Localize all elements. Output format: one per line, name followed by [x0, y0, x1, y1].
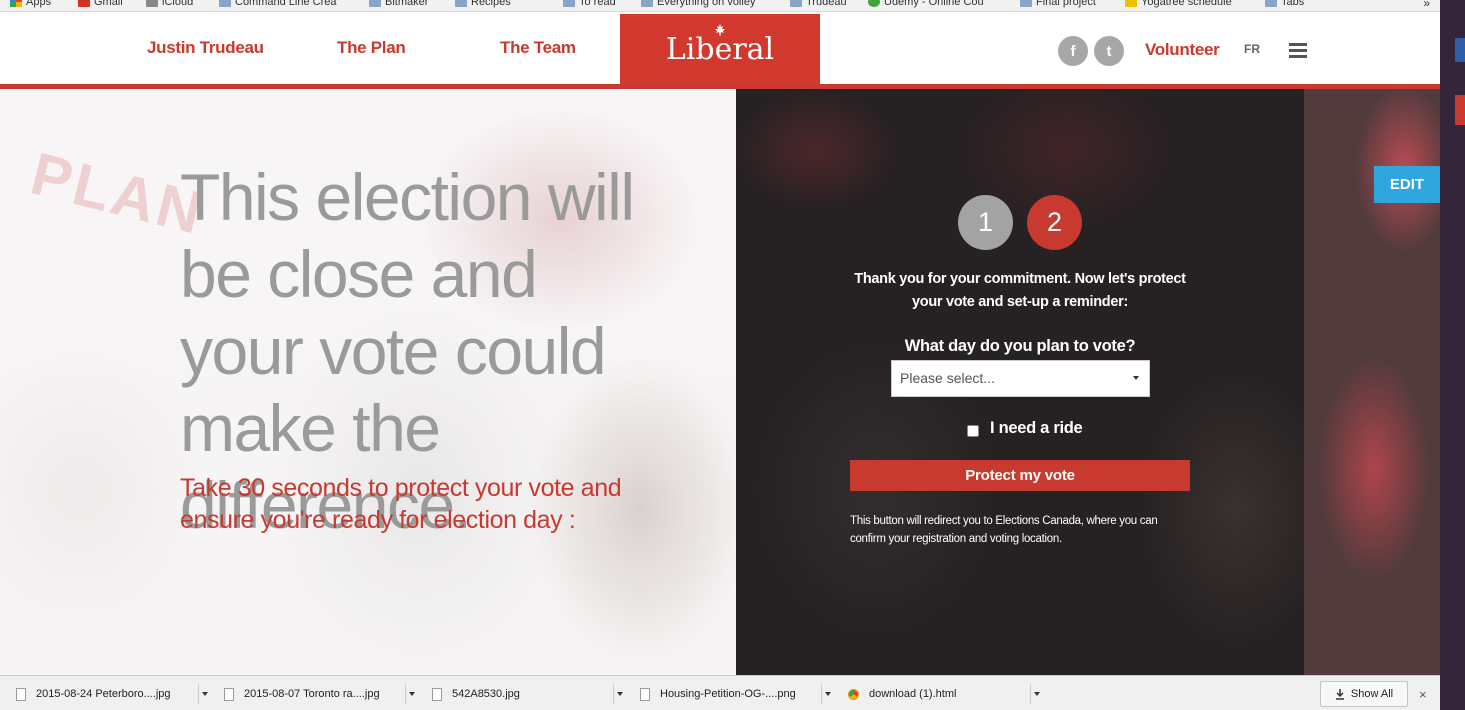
- bookmark-final-project[interactable]: Final project: [1020, 0, 1096, 8]
- need-ride-label[interactable]: I need a ride: [990, 419, 1083, 438]
- bookmarks-more-button[interactable]: »: [1423, 0, 1430, 10]
- thanks-message: Thank you for your commitment. Now let's…: [854, 271, 1186, 310]
- language-toggle[interactable]: FR: [1244, 42, 1260, 56]
- volunteer-link[interactable]: Volunteer: [1145, 40, 1220, 60]
- nav-justin-trudeau[interactable]: Justin Trudeau: [147, 38, 264, 58]
- protect-vote-button[interactable]: Protect my vote: [850, 460, 1190, 491]
- chrome-file-icon: [848, 688, 859, 700]
- folder-icon: [641, 0, 653, 7]
- bookmark-bitmaker[interactable]: Bitmaker: [369, 0, 428, 8]
- gmail-icon: [78, 0, 90, 7]
- need-ride-checkbox[interactable]: [967, 425, 979, 437]
- vote-form-panel: 1 2 Thank you for your commitment. Now l…: [736, 89, 1304, 675]
- folder-icon: [790, 0, 802, 7]
- udemy-icon: [868, 0, 880, 7]
- nav-the-team[interactable]: The Team: [500, 38, 576, 58]
- site-header: Justin Trudeau The Plan The Team Liberal…: [0, 12, 1440, 84]
- bookmark-recipes[interactable]: Recipes: [455, 0, 511, 8]
- download-item[interactable]: 2015-08-07 Toronto ra....jpg: [212, 681, 417, 707]
- vote-day-select[interactable]: Please select...: [891, 360, 1150, 397]
- download-item[interactable]: 2015-08-24 Peterboro....jpg: [4, 681, 210, 707]
- bookmark-apps[interactable]: Apps: [10, 0, 51, 8]
- download-item[interactable]: Housing-Petition-OG-....png: [628, 681, 833, 707]
- chevron-down-icon[interactable]: [198, 684, 210, 704]
- edit-button[interactable]: EDIT: [1374, 166, 1440, 203]
- maple-leaf-icon: [715, 24, 725, 36]
- folder-icon: [1020, 0, 1032, 7]
- chevron-down-icon[interactable]: [1030, 684, 1042, 704]
- chevron-down-icon: [1133, 376, 1139, 380]
- facebook-icon[interactable]: f: [1058, 36, 1088, 66]
- close-icon[interactable]: ×: [1419, 687, 1427, 702]
- yogatree-icon: [1125, 0, 1137, 7]
- bookmark-to-read[interactable]: To read: [563, 0, 616, 8]
- step-1-indicator: 1: [958, 195, 1013, 250]
- redirect-note: This button will redirect you to Electio…: [850, 515, 1158, 545]
- bookmark-trudeau[interactable]: Trudeau: [790, 0, 847, 8]
- hero-section: PLAN This election will be close and you…: [0, 89, 736, 675]
- hero-subhead: Take 30 seconds to protect your vote and…: [180, 474, 622, 534]
- logo-text: Liberal: [665, 31, 775, 67]
- chevron-down-icon[interactable]: [405, 684, 417, 704]
- bookmark-gmail[interactable]: Gmail: [78, 0, 123, 8]
- vote-day-select-value: Please select...: [900, 370, 995, 386]
- file-icon: [224, 687, 234, 701]
- vote-day-label: What day do you plan to vote?: [904, 337, 1136, 355]
- download-icon: [1335, 688, 1344, 700]
- bookmarks-bar: Apps Gmail iCloud Command Line Crea Bitm…: [0, 0, 1440, 12]
- bookmark-udemy[interactable]: Udemy - Online Cou: [868, 0, 984, 8]
- folder-icon: [455, 0, 467, 7]
- downloads-bar: 2015-08-24 Peterboro....jpg 2015-08-07 T…: [0, 675, 1440, 710]
- file-icon: [640, 687, 650, 701]
- apps-icon: [10, 0, 22, 7]
- show-all-downloads-button[interactable]: Show All: [1320, 681, 1408, 707]
- step-2-indicator: 2: [1027, 195, 1082, 250]
- bookmark-command-line[interactable]: Command Line Crea: [219, 0, 337, 8]
- bookmark-yogatree[interactable]: Yogatree schedule: [1125, 0, 1232, 8]
- folder-icon: [1265, 0, 1277, 7]
- download-item[interactable]: 542A8530.jpg: [420, 681, 625, 707]
- file-icon: [16, 687, 26, 701]
- bookmark-icloud[interactable]: iCloud: [146, 0, 193, 8]
- desktop-edge: [1440, 0, 1465, 710]
- bookmark-volley[interactable]: Everything on volley: [641, 0, 755, 8]
- bookmark-tabs[interactable]: Tabs: [1265, 0, 1304, 8]
- folder-icon: [219, 0, 231, 7]
- download-item[interactable]: download (1).html: [836, 681, 1042, 707]
- folder-icon: [563, 0, 575, 7]
- chevron-down-icon[interactable]: [821, 684, 833, 704]
- folder-icon: [369, 0, 381, 7]
- file-icon: [432, 687, 442, 701]
- chevron-down-icon[interactable]: [613, 684, 625, 704]
- apple-icon: [146, 0, 158, 7]
- twitter-icon[interactable]: t: [1094, 36, 1124, 66]
- menu-icon[interactable]: [1289, 43, 1307, 58]
- liberal-logo[interactable]: Liberal: [620, 14, 820, 84]
- nav-the-plan[interactable]: The Plan: [337, 38, 406, 58]
